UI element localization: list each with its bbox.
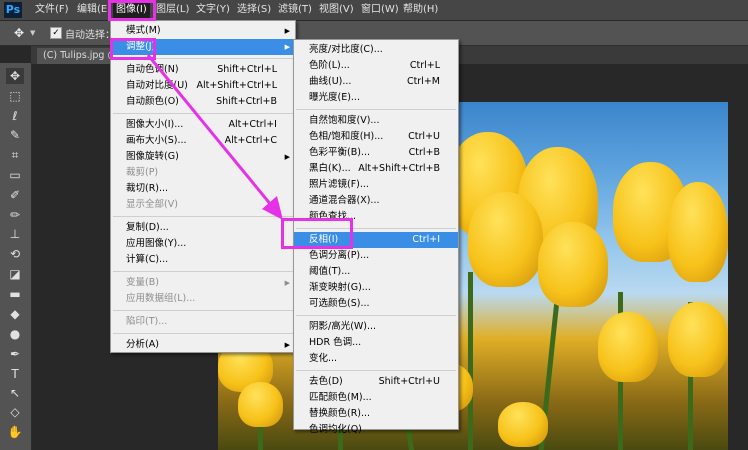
annotation-arrow xyxy=(146,54,283,220)
